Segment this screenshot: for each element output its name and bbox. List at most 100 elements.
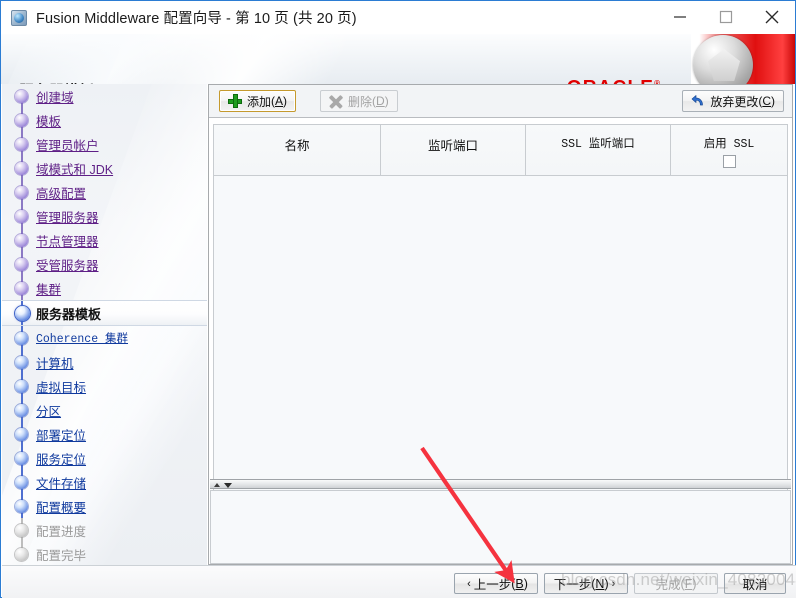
next-chevron-icon: › <box>611 577 616 590</box>
sidebar-step-label: 配置概要 <box>36 500 87 515</box>
enable-ssl-header-checkbox[interactable] <box>722 155 736 168</box>
discard-changes-button[interactable]: 放弃更改(C) <box>682 90 784 112</box>
sidebar-step-label: 域模式和 JDK <box>36 162 114 177</box>
maximize-button[interactable] <box>703 1 749 33</box>
table-body[interactable] <box>213 176 788 517</box>
minimize-button[interactable] <box>657 1 703 33</box>
finish-button-mnemonic: F <box>684 576 693 591</box>
table-column-header-3[interactable]: SSL 监听端口 <box>526 124 671 176</box>
sidebar-step-label: Coherence 集群 <box>36 333 129 346</box>
window-title: Fusion Middleware 配置向导 - 第 10 页 (共 20 页) <box>36 11 357 27</box>
step-node-icon <box>15 257 28 271</box>
step-node-icon <box>15 89 28 103</box>
banner: 服务器模板 ORACLE® FUSION MIDDLEWARE <box>1 34 795 84</box>
x-icon <box>329 94 343 108</box>
table-column-header-2[interactable]: 监听端口 <box>381 124 526 176</box>
sidebar-step-1[interactable]: 创建域 <box>2 84 207 108</box>
sidebar-step-16[interactable]: 服务定位 <box>2 446 207 470</box>
sidebar-step-5[interactable]: 高级配置 <box>2 180 207 204</box>
next-button-mnemonic: N <box>595 576 605 591</box>
step-node-icon <box>15 137 28 151</box>
sidebar-step-7[interactable]: 节点管理器 <box>2 228 207 252</box>
sidebar-step-11[interactable]: Coherence 集群 <box>2 326 207 350</box>
step-node-icon <box>15 185 28 199</box>
sidebar-step-3[interactable]: 管理员帐户 <box>2 132 207 156</box>
step-node-icon <box>15 161 28 175</box>
next-button-label: 下一步 <box>553 578 592 592</box>
discard-button-mnemonic: C <box>762 94 771 108</box>
wizard-nav-buttons: ‹ 上一步(B) 下一步(N) › 完成(F) 取消 <box>454 573 786 594</box>
detail-pane <box>210 490 791 564</box>
sidebar-step-label: 配置完毕 <box>36 548 87 563</box>
step-node-icon <box>15 451 28 465</box>
column-header-label: 名称 <box>284 139 310 153</box>
sidebar-step-label: 计算机 <box>36 356 74 371</box>
sidebar-step-label: 管理服务器 <box>36 210 99 225</box>
step-node-icon <box>15 209 28 223</box>
sidebar-step-label: 部署定位 <box>36 428 87 443</box>
sidebar-step-18[interactable]: 配置概要 <box>2 494 207 518</box>
table-toolbar: 添加(A) 删除(D) 放弃更改(C) <box>209 85 792 118</box>
sidebar-step-label: 文件存储 <box>36 476 87 491</box>
sidebar-step-label: 创建域 <box>36 90 74 105</box>
table-header-row: 名称 监听端口 SSL 监听端口 启用 SSL <box>213 124 788 176</box>
sidebar-step-15[interactable]: 部署定位 <box>2 422 207 446</box>
step-node-icon <box>15 379 28 393</box>
table-column-header-1[interactable]: 名称 <box>213 124 381 176</box>
next-button[interactable]: 下一步(N) › <box>544 573 628 594</box>
sidebar-step-4[interactable]: 域模式和 JDK <box>2 156 207 180</box>
sidebar-step-14[interactable]: 分区 <box>2 398 207 422</box>
wizard-footer: ‹ 上一步(B) 下一步(N) › 完成(F) 取消 <box>2 565 796 598</box>
step-node-icon <box>15 403 28 417</box>
oracle-logo: ORACLE® FUSION MIDDLEWARE <box>549 74 679 84</box>
delete-button-mnemonic: D <box>376 94 385 108</box>
sidebar-step-2[interactable]: 模板 <box>2 108 207 132</box>
close-button[interactable] <box>749 1 795 33</box>
wizard-step-list: 创建域模板管理员帐户域模式和 JDK 高级配置管理服务器节点管理器受管服务器集群服… <box>2 84 207 565</box>
add-button-label: 添加 <box>247 94 272 109</box>
step-node-icon <box>15 499 28 513</box>
oracle-badge-graphic <box>691 34 795 84</box>
add-button-mnemonic: A <box>275 94 284 108</box>
title-bar: Fusion Middleware 配置向导 - 第 10 页 (共 20 页) <box>1 1 795 35</box>
finish-button-label: 完成 <box>655 578 681 592</box>
table-column-header-4[interactable]: 启用 SSL <box>671 124 788 176</box>
step-node-icon <box>15 281 28 295</box>
plus-icon <box>228 94 242 108</box>
cancel-button[interactable]: 取消 <box>724 573 786 594</box>
splitter-up-icon[interactable] <box>214 483 220 487</box>
panel-splitter[interactable] <box>210 479 791 489</box>
step-node-icon <box>15 331 28 345</box>
sidebar-step-6[interactable]: 管理服务器 <box>2 204 207 228</box>
discard-button-label: 放弃更改 <box>710 94 759 109</box>
oracle-sphere-icon <box>693 35 753 84</box>
sidebar-step-19: 配置进度 <box>2 518 207 542</box>
back-button[interactable]: ‹ 上一步(B) <box>454 573 538 594</box>
sidebar-step-label: 模板 <box>36 114 62 129</box>
app-globe-icon <box>11 9 27 26</box>
sidebar-step-10[interactable]: 服务器模板 <box>2 300 207 326</box>
add-button[interactable]: 添加(A) <box>219 90 297 112</box>
sidebar-step-13[interactable]: 虚拟目标 <box>2 374 207 398</box>
sidebar-step-8[interactable]: 受管服务器 <box>2 252 207 276</box>
sidebar-step-label: 管理员帐户 <box>36 138 99 153</box>
back-button-mnemonic: B <box>515 576 524 591</box>
undo-icon <box>691 94 705 108</box>
delete-button[interactable]: 删除(D) <box>320 90 398 112</box>
oracle-wordmark: ORACLE® <box>567 78 662 84</box>
step-node-icon <box>15 547 28 561</box>
finish-button[interactable]: 完成(F) <box>634 573 718 594</box>
sidebar-step-label: 配置进度 <box>36 524 87 539</box>
column-header-label: 启用 SSL <box>703 138 755 151</box>
sidebar-step-label: 受管服务器 <box>36 258 99 273</box>
step-node-icon <box>15 475 28 489</box>
sidebar-step-label: 服务器模板 <box>36 306 102 322</box>
splitter-down-icon[interactable] <box>224 483 232 488</box>
sidebar-step-label: 虚拟目标 <box>36 380 87 395</box>
delete-button-label: 删除 <box>348 94 373 109</box>
sidebar-step-17[interactable]: 文件存储 <box>2 470 207 494</box>
sidebar-step-12[interactable]: 计算机 <box>2 350 207 374</box>
sidebar-step-9[interactable]: 集群 <box>2 276 207 300</box>
step-node-icon <box>15 305 30 321</box>
step-node-icon <box>15 427 28 441</box>
